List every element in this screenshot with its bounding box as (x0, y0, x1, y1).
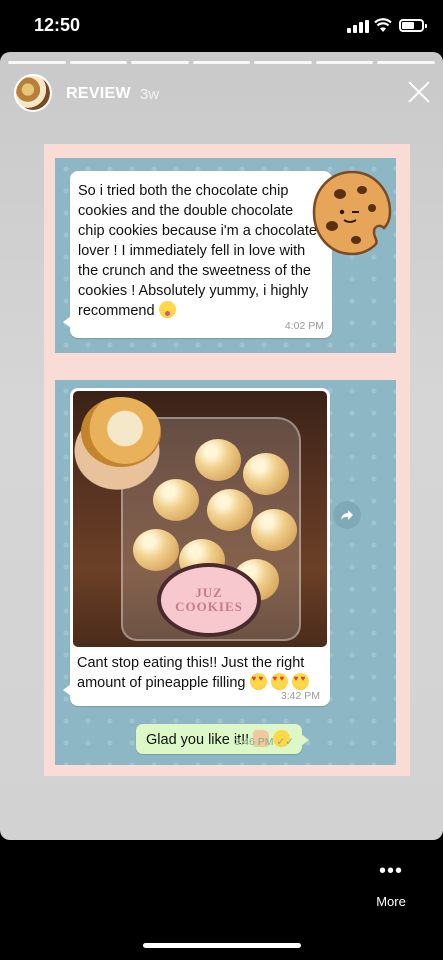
story-progress-bar (8, 61, 436, 64)
close-icon[interactable] (405, 78, 433, 106)
jar-label-line2: COOKIES (175, 599, 243, 614)
jar-label-line1: JUZ (195, 585, 223, 600)
chat-bubble-reply: Glad you like it!! 3:46 PM ✓✓ (136, 724, 309, 754)
home-indicator[interactable] (143, 943, 301, 948)
wifi-icon (374, 18, 392, 32)
read-ticks-icon: ✓✓ (276, 736, 294, 748)
status-bar: 12:50 (0, 0, 443, 52)
photo-caption-text: Cant stop eating this!! Just the right a… (77, 655, 305, 691)
tongue-face-emoji-icon (158, 301, 176, 318)
more-label: More (376, 894, 406, 909)
story-age: 3w (140, 86, 160, 103)
battery-icon (399, 19, 427, 32)
cookie-sticker-icon[interactable] (310, 168, 394, 258)
cookie-jar-photo: JUZ COOKIES (73, 391, 327, 647)
jar-label: JUZ COOKIES (157, 563, 261, 637)
story-username[interactable]: REVIEW (66, 85, 131, 103)
message-time: 3:46 PM ✓✓ (234, 736, 294, 748)
story-header: REVIEW 3w (14, 74, 433, 116)
heart-eyes-emoji-icon (249, 673, 267, 690)
chat-panel-2: JUZ COOKIES Cant stop eating this!! Just… (55, 380, 396, 765)
message-time: 3:42 PM (280, 690, 320, 702)
more-icon: ••• (378, 860, 403, 882)
story-viewer[interactable]: REVIEW 3w So i tried both the chocolate … (0, 52, 443, 840)
chat-bubble-review: So i tried both the chocolate chip cooki… (63, 171, 332, 338)
more-button[interactable]: ••• More (371, 860, 411, 909)
bitten-cookie (81, 397, 161, 467)
cellular-signal-icon (347, 20, 369, 33)
message-time: 4:02 PM (284, 320, 324, 332)
avatar[interactable] (14, 74, 52, 112)
heart-eyes-emoji-icon (270, 673, 288, 690)
status-time: 12:50 (34, 15, 81, 35)
chat-bubble-photo: JUZ COOKIES Cant stop eating this!! Just… (63, 388, 330, 706)
forward-icon[interactable] (333, 501, 361, 529)
review-message-text: So i tried both the chocolate chip cooki… (78, 183, 317, 319)
heart-eyes-emoji-icon (291, 673, 309, 690)
